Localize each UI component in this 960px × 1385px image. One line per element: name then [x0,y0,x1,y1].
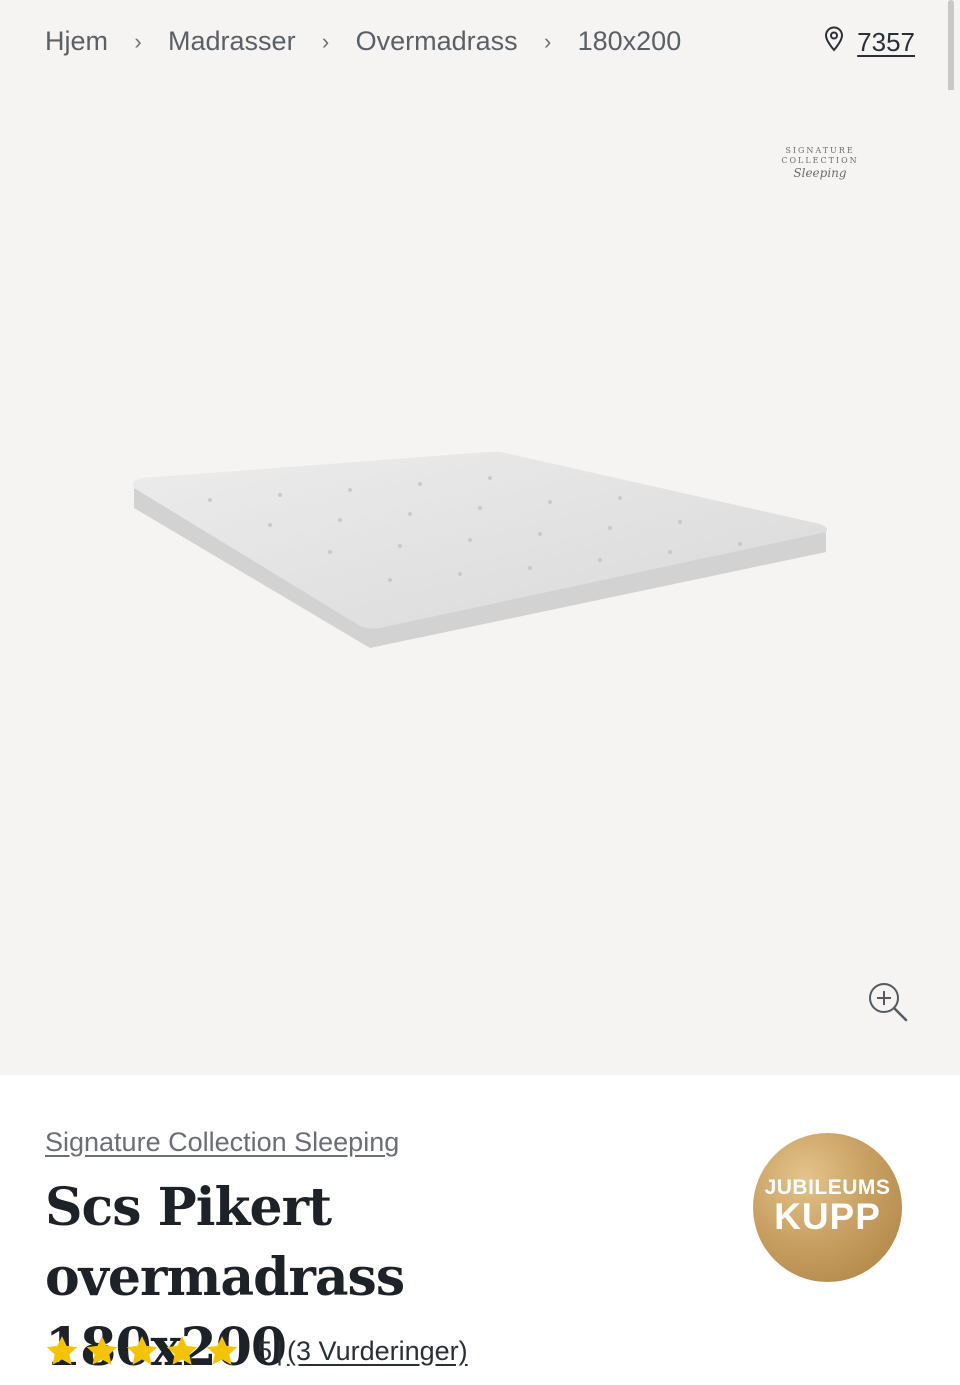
brand-logo: SIGNATURE COLLECTION Sleeping [745,146,895,180]
brand-link[interactable]: Signature Collection Sleeping [45,1127,399,1158]
rating-score: 5 [257,1335,273,1366]
location-pin-icon [823,26,845,59]
mattress-image [133,451,828,648]
reviews-link[interactable]: (3 Vurderinger) [287,1336,468,1367]
rating: 5 | (3 Vurderinger) [45,1335,468,1367]
star-rating [45,1335,239,1367]
brand-logo-line2: Sleeping [793,166,847,180]
zoom-in-icon [866,983,910,1028]
product-page: Hjem › Madrasser › Overmadrass › 180x200… [0,0,960,1385]
breadcrumb: Hjem › Madrasser › Overmadrass › 180x200 [45,26,681,57]
product-info: Signature Collection Sleeping Scs Pikert… [0,1075,960,1385]
store-number-link[interactable]: 7357 [857,27,915,58]
header-bar: Hjem › Madrasser › Overmadrass › 180x200… [0,0,960,168]
breadcrumb-item-madrasser[interactable]: Madrasser [168,26,296,57]
chevron-right-icon: › [134,28,142,54]
star-icon [125,1335,159,1367]
badge-line2: KUPP [774,1196,881,1237]
chevron-right-icon: › [321,28,330,54]
breadcrumb-item-size[interactable]: 180x200 [578,26,682,57]
star-icon [165,1335,199,1367]
star-icon [85,1335,119,1367]
zoom-button[interactable] [866,980,910,1024]
brand-logo-line1: SIGNATURE COLLECTION [781,146,859,165]
jubileums-kupp-badge: JUBILEUMS KUPP [753,1133,902,1282]
product-title-line1: Scs Pikert overmadrass [45,1177,405,1308]
breadcrumb-item-overmadrass[interactable]: Overmadrass [356,26,518,57]
product-gallery[interactable]: SIGNATURE COLLECTION Sleeping [0,90,960,1075]
rating-separator: | [276,1335,284,1366]
star-icon [45,1335,79,1367]
chevron-right-icon: › [543,28,552,54]
star-icon [205,1335,239,1367]
store-selector[interactable]: 7357 [823,26,915,59]
breadcrumb-item-home[interactable]: Hjem [45,26,108,57]
